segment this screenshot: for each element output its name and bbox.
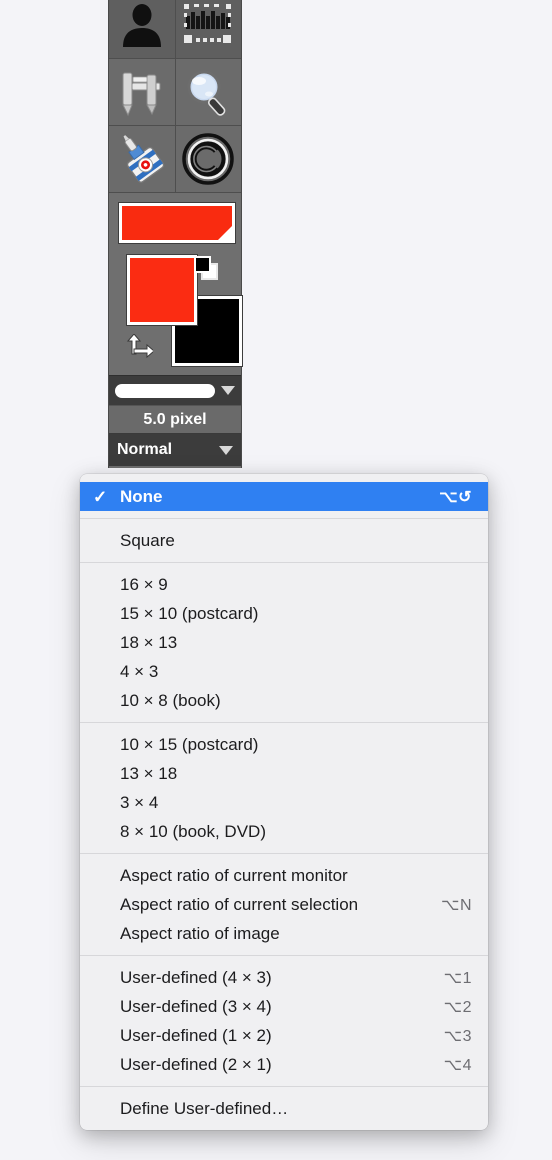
menu-item-label: 16 × 9	[120, 574, 168, 594]
menu-separator	[80, 518, 488, 519]
menu-item[interactable]: User-defined (1 × 2) ⌥3	[80, 1021, 488, 1050]
menu-item-shortcut: ⌥2	[443, 998, 472, 1016]
menu-separator	[80, 722, 488, 723]
menu-item[interactable]: 3 × 4	[80, 788, 488, 817]
menu-item[interactable]: Aspect ratio of current selection ⌥N	[80, 890, 488, 919]
menu-item[interactable]: User-defined (3 × 4) ⌥2	[80, 992, 488, 1021]
tool-button-measure[interactable]	[109, 59, 175, 125]
paint-mode-selector[interactable]: Normal	[109, 434, 241, 466]
menu-item[interactable]: 18 × 13	[80, 628, 488, 657]
foreground-background-colors	[119, 249, 242, 369]
brush-selector[interactable]	[109, 375, 241, 405]
menu-item-label: None	[120, 486, 163, 506]
tool-button-copyright[interactable]	[175, 126, 241, 192]
selection-handles-icon	[184, 4, 232, 43]
menu-item[interactable]: Aspect ratio of current monitor	[80, 861, 488, 890]
menu-item[interactable]: Define User-defined…	[80, 1094, 488, 1123]
brush-size-value[interactable]: 5.0 pixel	[109, 405, 241, 434]
menu-item-label: User-defined (3 × 4)	[120, 996, 272, 1016]
menu-separator	[80, 853, 488, 854]
screen: 5.0 pixel Normal ✓ None ⌥↺ Square 16 × 9 15 ×…	[0, 0, 552, 1160]
menu-item[interactable]: Aspect ratio of image	[80, 919, 488, 948]
menu-item-label: User-defined (2 × 1)	[120, 1054, 272, 1074]
paint-mode-label: Normal	[117, 441, 173, 458]
tool-grid	[109, 0, 241, 193]
menu-item[interactable]: ✓ None ⌥↺	[80, 482, 488, 511]
menu-item-label: Aspect ratio of current selection	[120, 894, 359, 914]
checkmark-icon: ✓	[93, 487, 108, 506]
tool-button-zoom[interactable]	[175, 59, 241, 125]
menu-item[interactable]: User-defined (2 × 1) ⌥4	[80, 1050, 488, 1079]
swap-arrows-icon	[126, 333, 155, 359]
menu-item-shortcut: ⌥4	[443, 1056, 472, 1074]
menu-item-label: 15 × 10 (postcard)	[120, 603, 259, 623]
menu-item-label: Aspect ratio of current monitor	[120, 865, 348, 885]
menu-item-label: 13 × 18	[120, 763, 178, 783]
menu-item[interactable]: Square	[80, 526, 488, 555]
chevron-down-icon	[219, 445, 233, 455]
menu-item-shortcut: ⌥3	[443, 1027, 472, 1045]
color-area	[109, 193, 242, 375]
menu-item-label: 18 × 13	[120, 632, 178, 652]
reset-black-swatch	[194, 256, 211, 273]
menu-separator	[80, 955, 488, 956]
menu-item[interactable]: 4 × 3	[80, 657, 488, 686]
person-silhouette-icon	[122, 4, 161, 47]
menu-item-label: 3 × 4	[120, 792, 159, 812]
reset-colors-button[interactable]	[194, 256, 220, 282]
menu-item-shortcut: ⌥1	[443, 969, 472, 987]
menu-separator	[80, 562, 488, 563]
menu-item-label: Define User-defined…	[120, 1098, 289, 1118]
menu-item[interactable]: User-defined (4 × 3) ⌥1	[80, 963, 488, 992]
copyright-circle-icon	[182, 133, 234, 185]
chevron-down-icon	[221, 386, 235, 395]
menu-item-shortcut: ⌥↺	[439, 488, 472, 506]
menu-item-label: Square	[120, 530, 175, 550]
aspect-ratio-menu[interactable]: ✓ None ⌥↺ Square 16 × 9 15 × 10 (postcard) 18 …	[80, 474, 488, 1130]
magnifier-icon	[187, 70, 226, 116]
menu-item-label: 10 × 8 (book)	[120, 690, 221, 710]
swap-colors-button[interactable]	[125, 333, 155, 365]
menu-item[interactable]: 13 × 18	[80, 759, 488, 788]
gradient-swatch[interactable]	[119, 203, 235, 243]
ink-bottle-icon	[123, 135, 164, 183]
gimp-toolbox-panel: 5.0 pixel Normal	[108, 0, 242, 468]
tool-button-warp-selection[interactable]	[175, 0, 241, 58]
menu-item-label: 8 × 10 (book, DVD)	[120, 821, 266, 841]
menu-item[interactable]: 15 × 10 (postcard)	[80, 599, 488, 628]
caliper-icon	[121, 72, 161, 117]
brush-preview	[115, 383, 215, 398]
menu-item-label: 4 × 3	[120, 661, 159, 681]
tool-button-foreground-select[interactable]	[109, 0, 175, 58]
menu-item-label: 10 × 15 (postcard)	[120, 734, 259, 754]
tool-button-ink[interactable]	[109, 126, 175, 192]
menu-separator	[80, 1086, 488, 1087]
menu-item[interactable]: 16 × 9	[80, 570, 488, 599]
menu-item-label: Aspect ratio of image	[120, 923, 280, 943]
foreground-color-swatch[interactable]	[127, 255, 197, 325]
menu-item[interactable]: 10 × 8 (book)	[80, 686, 488, 715]
menu-item-label: User-defined (1 × 2)	[120, 1025, 272, 1045]
menu-item[interactable]: 8 × 10 (book, DVD)	[80, 817, 488, 846]
menu-item-shortcut: ⌥N	[441, 896, 472, 914]
menu-item[interactable]: 10 × 15 (postcard)	[80, 730, 488, 759]
menu-item-label: User-defined (4 × 3)	[120, 967, 272, 987]
